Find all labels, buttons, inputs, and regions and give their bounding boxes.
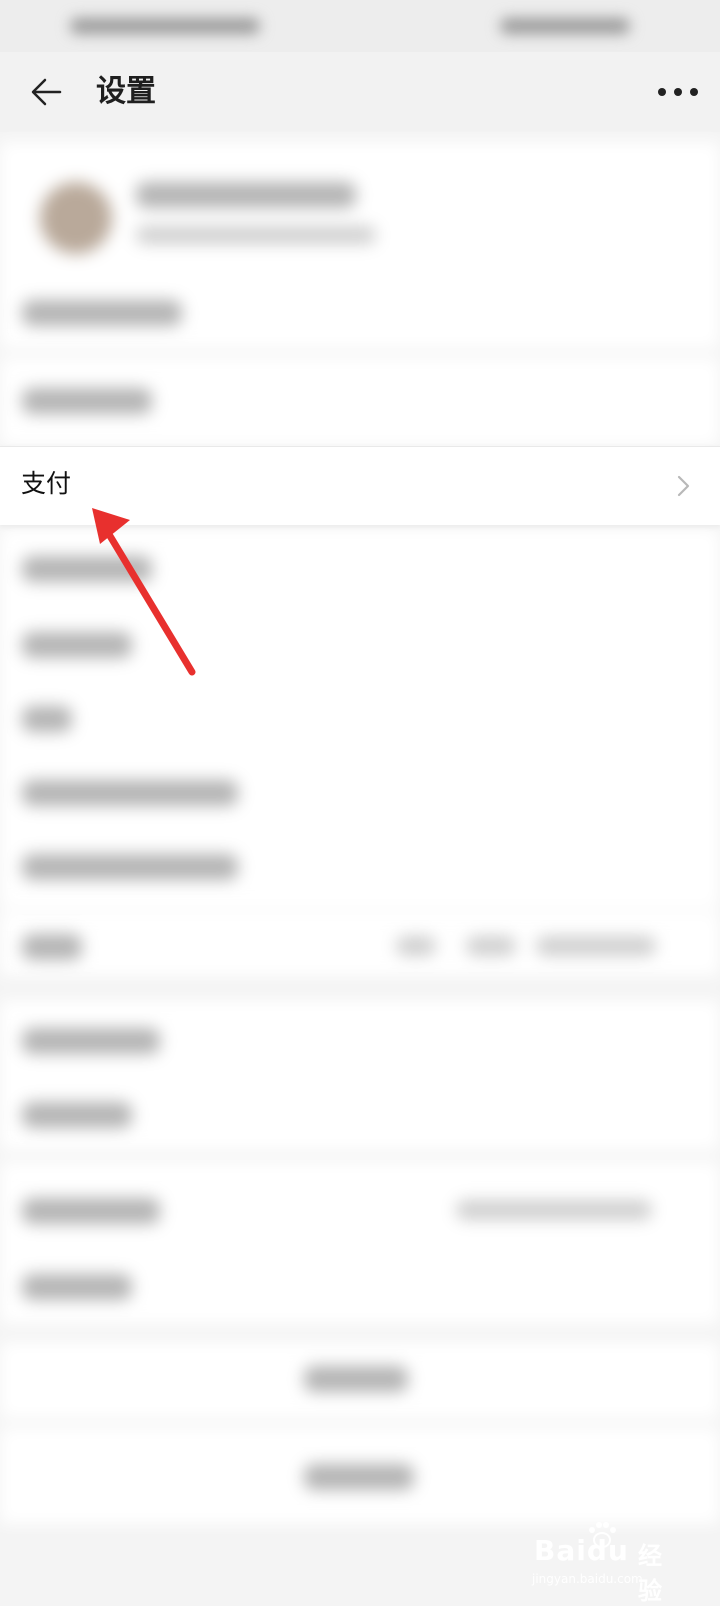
more-dots-icon	[658, 88, 666, 96]
status-bar-content-blurred	[0, 0, 720, 52]
navigation-bar: 设置	[0, 52, 720, 132]
more-options-button[interactable]	[656, 78, 700, 106]
status-bar	[0, 0, 720, 52]
watermark-url: jingyan.baidu.com	[532, 1572, 643, 1586]
avatar	[40, 182, 112, 254]
blurred-settings-list	[0, 132, 720, 1600]
watermark-brand: Baidu	[534, 1534, 629, 1567]
annotation-arrow-icon	[92, 508, 196, 676]
profile-card-blurred	[0, 142, 720, 278]
baidu-jingyan-watermark: Baidu 经验 jingyan.baidu.com	[532, 1514, 682, 1605]
payment-label: 支付	[21, 469, 72, 498]
chevron-right-icon	[677, 475, 690, 497]
watermark-sub: 经验	[638, 1542, 662, 1605]
back-arrow-icon	[31, 78, 62, 106]
page-title: 设置	[96, 75, 156, 108]
back-button[interactable]	[26, 74, 66, 110]
